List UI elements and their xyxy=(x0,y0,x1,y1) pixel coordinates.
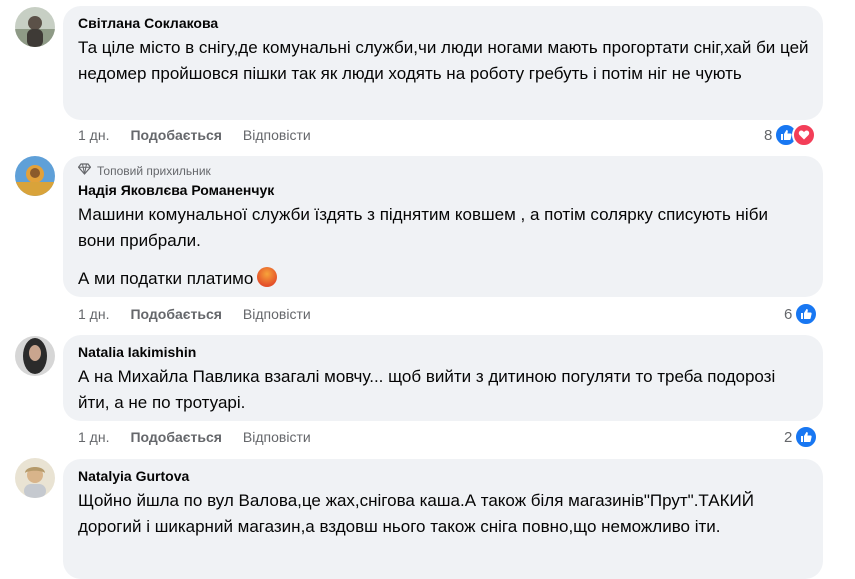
avatar[interactable] xyxy=(15,458,55,498)
love-icon xyxy=(792,123,817,147)
comment-actions: 1 дн. Подобається Відповісти xyxy=(78,429,311,445)
reactions-summary[interactable]: 2 xyxy=(784,425,819,449)
comment-paragraph: А ми податки платимо xyxy=(78,266,809,292)
author-name[interactable]: Natalia Iakimishin xyxy=(78,343,809,362)
author-name[interactable]: Natalyia Gurtova xyxy=(78,467,809,486)
comment-paragraph: Та ціле місто в снігу,де комунальні служ… xyxy=(78,38,809,83)
avatar[interactable] xyxy=(15,156,55,196)
comment-paragraph: Щойно йшла по вул Валова,це жах,снігова … xyxy=(78,491,754,536)
comment-bubble: Світлана Соклакова Та ціле місто в снігу… xyxy=(63,6,823,120)
angry-emoji-icon xyxy=(257,267,278,287)
reply-button[interactable]: Відповісти xyxy=(243,306,311,322)
reply-button[interactable]: Відповісти xyxy=(243,127,311,143)
like-icon xyxy=(794,302,819,326)
author-name[interactable]: Світлана Соклакова xyxy=(78,14,809,33)
avatar[interactable] xyxy=(15,336,55,376)
diamond-icon xyxy=(77,163,92,178)
comment-bubble: Natalia Iakimishin А на Михайла Павлика … xyxy=(63,335,823,421)
reaction-count: 2 xyxy=(784,428,793,446)
like-button[interactable]: Подобається xyxy=(130,429,221,445)
reply-button[interactable]: Відповісти xyxy=(243,429,311,445)
comment-text: Щойно йшла по вул Валова,це жах,снігова … xyxy=(78,488,809,540)
avatar[interactable] xyxy=(15,7,55,47)
comment-actions: 1 дн. Подобається Відповісти xyxy=(78,306,311,322)
top-fan-badge: Топовий прихильник xyxy=(77,163,809,178)
comment-bubble: Топовий прихильник Надія Яковлєва Романе… xyxy=(63,156,823,297)
comment-text: А на Михайла Павлика взагалі мовчу... що… xyxy=(78,364,809,416)
like-icon xyxy=(794,425,819,449)
comment-bubble: Natalyia Gurtova Щойно йшла по вул Валов… xyxy=(63,459,823,579)
comment-paragraph: А на Михайла Павлика взагалі мовчу... що… xyxy=(78,367,776,412)
comment-text: Машини комунальної служби їздять з підня… xyxy=(78,202,809,292)
timestamp-link[interactable]: 1 дн. xyxy=(78,127,109,143)
reactions-summary[interactable]: 8 xyxy=(764,123,817,147)
like-button[interactable]: Подобається xyxy=(130,127,221,143)
comment-text: Та ціле місто в снігу,де комунальні служ… xyxy=(78,35,809,87)
comment-paragraph: Машини комунальної служби їздять з підня… xyxy=(78,205,768,250)
reaction-count: 6 xyxy=(784,305,793,323)
timestamp-link[interactable]: 1 дн. xyxy=(78,429,109,445)
like-button[interactable]: Подобається xyxy=(130,306,221,322)
reaction-count: 8 xyxy=(764,126,773,144)
timestamp-link[interactable]: 1 дн. xyxy=(78,306,109,322)
author-name[interactable]: Надія Яковлєва Романенчук xyxy=(78,181,809,200)
reactions-summary[interactable]: 6 xyxy=(784,302,819,326)
comment-actions: 1 дн. Подобається Відповісти xyxy=(78,127,311,143)
badge-label: Топовий прихильник xyxy=(97,163,211,178)
comment-paragraph-text: А ми податки платимо xyxy=(78,269,254,288)
